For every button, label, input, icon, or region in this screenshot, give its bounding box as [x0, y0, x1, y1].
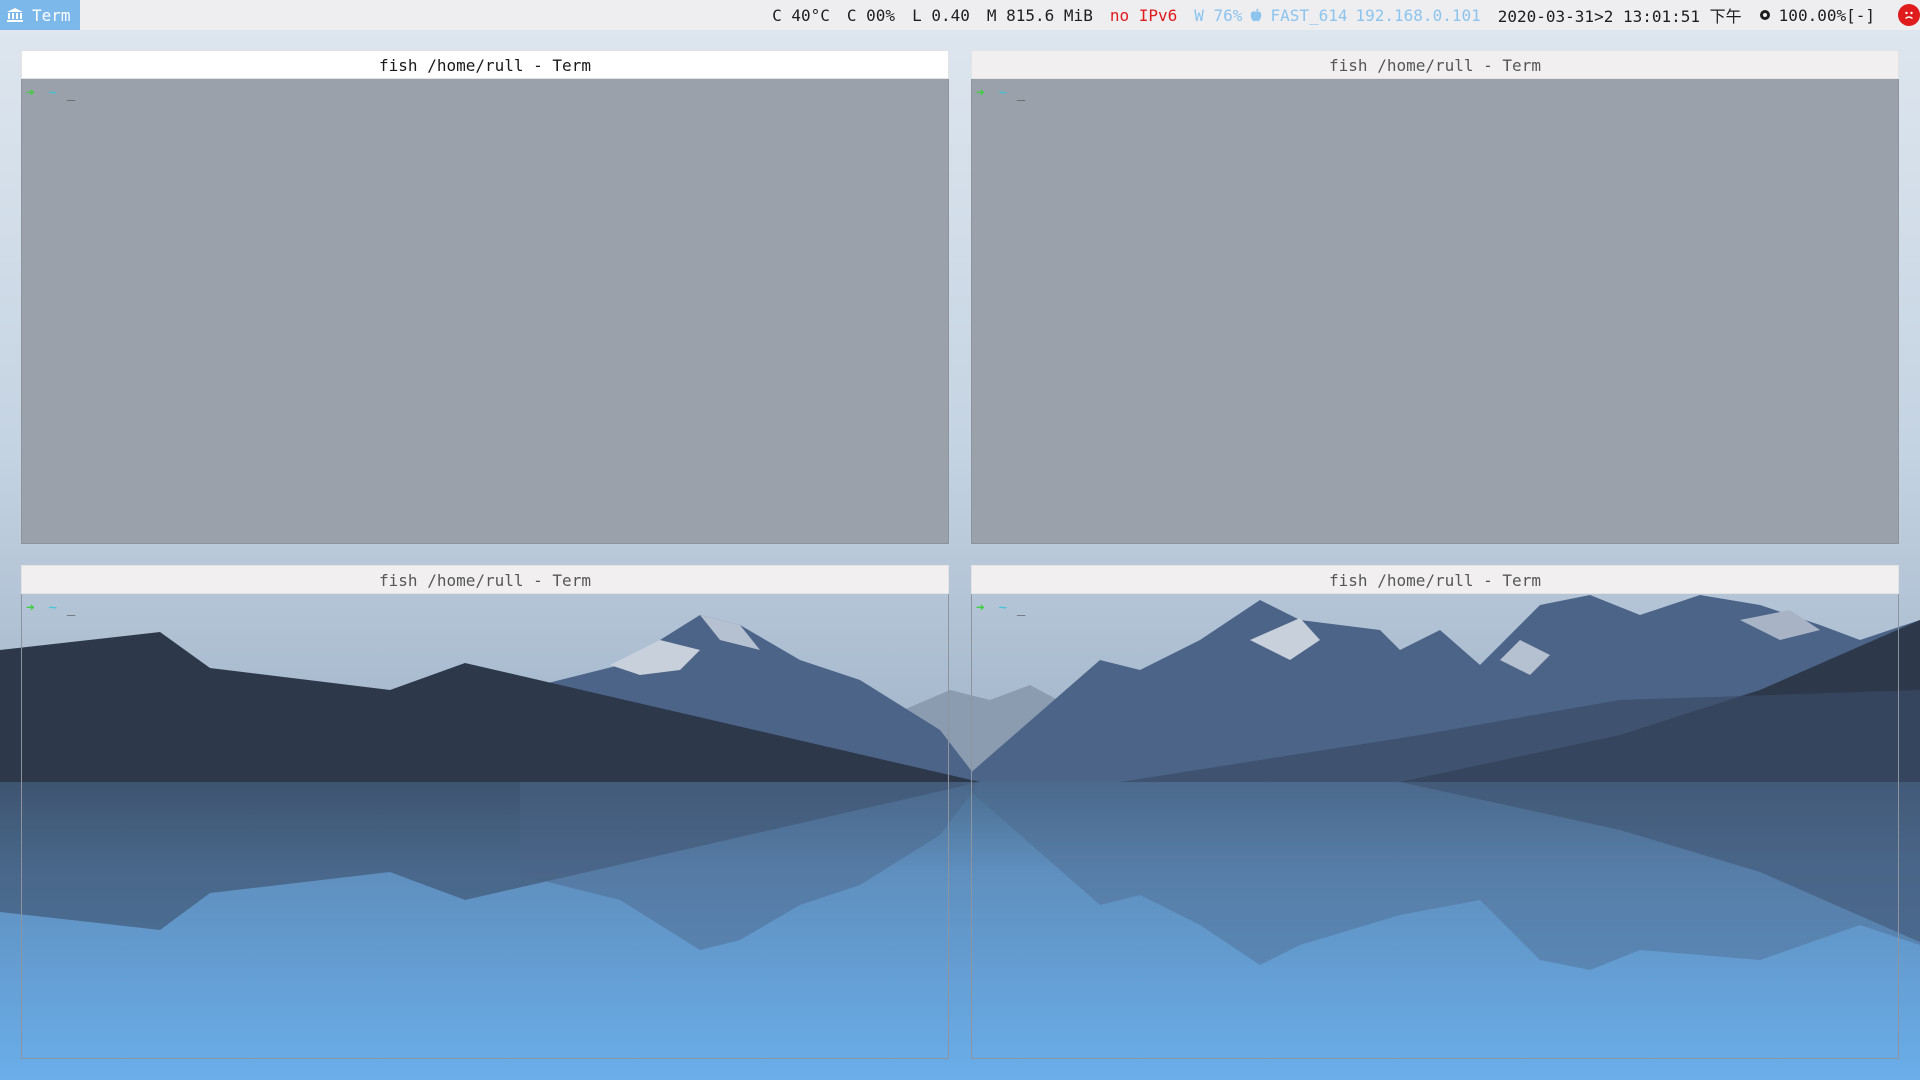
bank-icon: [7, 8, 23, 22]
status-bar: Term C 40°C C 00% L 0.40 M 815.6 MiB no …: [0, 0, 1920, 30]
sad-face-icon[interactable]: [1898, 4, 1920, 26]
prompt-directory: ~: [48, 600, 57, 616]
shell-prompt: ➜ ~ _: [976, 600, 1025, 616]
terminal-body[interactable]: ➜ ~ _: [21, 79, 949, 544]
terminal-window-2[interactable]: fish /home/rull - Term ➜ ~ _: [971, 50, 1899, 544]
shell-prompt: ➜ ~ _: [976, 85, 1025, 101]
terminal-title[interactable]: fish /home/rull - Term: [971, 50, 1899, 79]
cpu-usage: C 00%: [846, 5, 896, 25]
cpu-temp: C 40°C: [772, 5, 830, 25]
prompt-arrow: ➜: [26, 85, 35, 101]
prompt-directory: ~: [48, 85, 57, 101]
prompt-arrow: ➜: [976, 600, 985, 616]
battery-level: 100.00%[-]: [1778, 5, 1875, 25]
datetime: 2020-03-31>2 13:01:51 下午: [1497, 7, 1742, 26]
terminal-title[interactable]: fish /home/rull - Term: [21, 565, 949, 594]
prompt-arrow: ➜: [26, 600, 35, 616]
terminal-window-4[interactable]: fish /home/rull - Term ➜ ~ _: [971, 565, 1899, 1059]
text-cursor: _: [1016, 600, 1026, 616]
prompt-directory: ~: [998, 85, 1007, 101]
battery-icon: [1759, 10, 1770, 20]
shell-prompt: ➜ ~ _: [26, 600, 75, 616]
memory-usage: M 815.6 MiB: [986, 5, 1093, 25]
terminal-body[interactable]: ➜ ~ _: [21, 594, 949, 1059]
wifi-ssid: FAST_614: [1270, 5, 1348, 25]
ipv6-status: no IPv6: [1109, 5, 1178, 25]
terminal-title[interactable]: fish /home/rull - Term: [21, 50, 949, 79]
terminal-title[interactable]: fish /home/rull - Term: [971, 565, 1899, 594]
ip-address: 192.168.0.101: [1355, 5, 1481, 25]
wifi-strength: W 76%: [1194, 5, 1243, 25]
workspace-indicator[interactable]: Term: [0, 0, 80, 30]
terminal-body[interactable]: ➜ ~ _: [971, 594, 1899, 1059]
load-average: L 0.40: [912, 5, 970, 25]
text-cursor: _: [1016, 85, 1026, 101]
shell-prompt: ➜ ~ _: [26, 85, 75, 101]
prompt-arrow: ➜: [976, 85, 985, 101]
apple-icon: [1251, 8, 1262, 22]
text-cursor: _: [66, 85, 76, 101]
terminal-window-1[interactable]: fish /home/rull - Term ➜ ~ _: [21, 50, 949, 544]
terminal-window-3[interactable]: fish /home/rull - Term ➜ ~ _: [21, 565, 949, 1059]
status-segments: C 40°C C 00% L 0.40 M 815.6 MiB no IPv6 …: [772, 0, 1920, 30]
terminal-body[interactable]: ➜ ~ _: [971, 79, 1899, 544]
text-cursor: _: [66, 600, 76, 616]
prompt-directory: ~: [998, 600, 1007, 616]
workspace-label: Term: [32, 5, 71, 25]
